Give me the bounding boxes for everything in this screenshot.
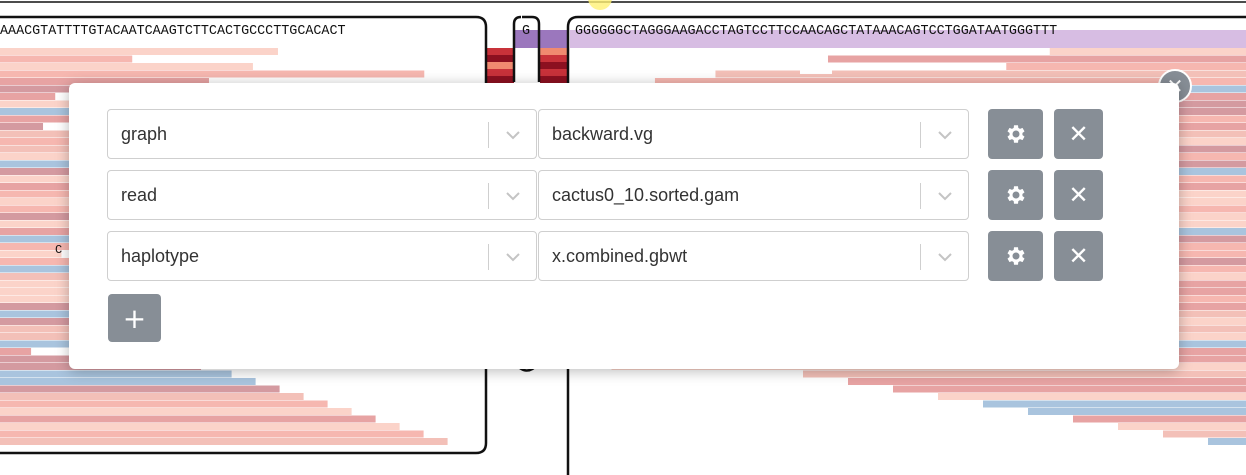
- read-bar: [0, 415, 376, 423]
- read-bar: [1006, 63, 1246, 70]
- track-type-select[interactable]: haplotype: [107, 231, 537, 281]
- read-bar: [800, 67, 832, 74]
- read-bar: [0, 63, 253, 70]
- read-bar: [540, 69, 568, 76]
- read-bar: [0, 70, 425, 78]
- read-bar: [0, 385, 280, 393]
- remove-track-button[interactable]: ✕: [1054, 109, 1103, 159]
- track-type-value: read: [121, 185, 158, 205]
- read-bar: [1028, 408, 1246, 415]
- track-type-select[interactable]: graph: [107, 109, 537, 159]
- gear-icon: [1007, 247, 1024, 265]
- track-settings-button[interactable]: [988, 109, 1043, 159]
- track-settings-modal: graph backward.vg ✕ read cactus0_10.sort…: [69, 83, 1179, 369]
- read-bar: [540, 30, 568, 48]
- select-separator: [920, 244, 921, 270]
- read-bar: [0, 408, 352, 415]
- read-bar: [1049, 48, 1246, 55]
- read-bar: [803, 370, 1246, 378]
- middle-node-sequence: G: [522, 24, 530, 39]
- read-bar: [0, 438, 448, 445]
- read-bar: [0, 250, 62, 258]
- read-bar: [0, 48, 278, 55]
- cursor-highlight: [588, 0, 612, 10]
- select-separator: [920, 122, 921, 148]
- plus-icon: +: [122, 301, 147, 335]
- read-bar: [0, 370, 232, 378]
- read-bar: [540, 55, 568, 62]
- read-bar: [0, 423, 400, 430]
- track-file-select[interactable]: cactus0_10.sorted.gam: [538, 170, 969, 220]
- remove-track-button[interactable]: ✕: [1054, 231, 1103, 281]
- read-bar: [1163, 430, 1246, 438]
- read-bar: [1073, 415, 1246, 423]
- read-bar: [893, 385, 1246, 393]
- track-file-select[interactable]: x.combined.gbwt: [538, 231, 969, 281]
- gear-icon: [1007, 125, 1024, 143]
- read-bar: [1118, 423, 1246, 430]
- x-icon: ✕: [1068, 120, 1089, 148]
- chevron-down-icon: [938, 131, 952, 140]
- left-node-sequence: AAACGTATTTTGTACAATCAAGTCTTCACTGCCCTTGCAC…: [0, 24, 346, 39]
- read-bar: [486, 55, 514, 62]
- read-bar: [486, 69, 514, 76]
- chevron-down-icon: [506, 131, 520, 140]
- read-bar: [0, 400, 328, 408]
- track-type-value: graph: [121, 124, 168, 144]
- gear-icon: [1007, 186, 1024, 204]
- chevron-down-icon: [938, 192, 952, 201]
- read-bar: [486, 62, 514, 69]
- track-file-select[interactable]: backward.vg: [538, 109, 969, 159]
- track-file-value: backward.vg: [552, 124, 654, 144]
- select-separator: [488, 122, 489, 148]
- read-bar: [540, 48, 568, 55]
- chevron-down-icon: [938, 253, 952, 262]
- track-type-value: haplotype: [121, 246, 200, 266]
- read-bar: [632, 49, 698, 55]
- add-track-button[interactable]: +: [108, 294, 161, 342]
- read-bar: [0, 430, 424, 438]
- read-bar: [0, 123, 44, 130]
- read-bar: [938, 393, 1246, 400]
- select-separator: [488, 244, 489, 270]
- read-bar: [0, 93, 56, 100]
- select-separator: [920, 183, 921, 209]
- read-bar: [0, 348, 32, 355]
- middle-node-outline-left: [512, 15, 522, 82]
- chevron-down-icon: [506, 253, 520, 262]
- track-file-value: cactus0_10.sorted.gam: [552, 185, 740, 205]
- read-bar: [0, 378, 256, 385]
- read-bar: [983, 400, 1246, 408]
- x-icon: ✕: [1068, 181, 1089, 209]
- read-bar: [486, 76, 514, 83]
- read-bar: [848, 378, 1246, 385]
- x-icon: ✕: [1068, 242, 1089, 270]
- select-separator: [488, 183, 489, 209]
- remove-track-button[interactable]: ✕: [1054, 170, 1103, 220]
- read-bar: [1208, 438, 1246, 445]
- track-file-value: x.combined.gbwt: [552, 246, 688, 266]
- read-bar: [0, 393, 304, 400]
- track-type-select[interactable]: read: [107, 170, 537, 220]
- read-bar: [0, 55, 133, 63]
- read-bar: [827, 55, 1246, 63]
- chevron-down-icon: [506, 192, 520, 201]
- mismatch-base: C: [55, 243, 62, 257]
- read-bar: [486, 48, 514, 55]
- track-settings-button[interactable]: [988, 170, 1043, 220]
- track-settings-button[interactable]: [988, 231, 1043, 281]
- read-bar: [540, 76, 568, 83]
- read-bar: [540, 62, 568, 69]
- right-node-sequence: GGGGGGCTAGGGAAGACCTAGTCCTTCCAACAGCTATAAA…: [575, 24, 1057, 39]
